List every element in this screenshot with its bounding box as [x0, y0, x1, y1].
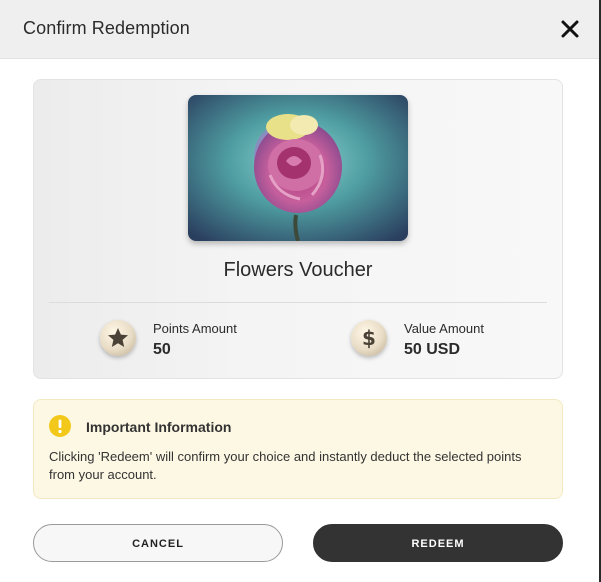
cancel-button[interactable]: CANCEL [33, 524, 283, 562]
svg-text:$: $ [362, 326, 376, 350]
value-label: Value Amount [404, 321, 484, 336]
confirm-redemption-dialog: Confirm Redemption Flowers Voucher Point… [0, 0, 601, 582]
value-value: 50 USD [404, 341, 461, 358]
rose-image [188, 95, 408, 241]
exclamation-icon [58, 419, 62, 434]
redeem-button[interactable]: REDEEM [313, 524, 563, 562]
info-text: Clicking 'Redeem' will confirm your choi… [49, 449, 522, 482]
voucher-image [188, 95, 408, 241]
points-label: Points Amount [153, 321, 237, 336]
dollar-icon: $ [362, 326, 376, 350]
close-button[interactable] [559, 18, 581, 40]
info-title: Important Information [86, 419, 232, 435]
info-badge [49, 415, 71, 437]
star-icon [108, 328, 128, 347]
close-icon [561, 20, 579, 38]
divider [49, 302, 547, 303]
points-badge [100, 320, 136, 356]
dialog-header: Confirm Redemption [0, 0, 599, 59]
value-badge: $ [351, 320, 387, 356]
important-info-box: Important Information Clicking 'Redeem' … [33, 399, 563, 499]
voucher-card: Flowers Voucher Points Amount 50 $ Value… [33, 79, 563, 379]
voucher-name: Flowers Voucher [223, 259, 373, 281]
dialog-title: Confirm Redemption [23, 18, 190, 38]
points-value: 50 [153, 341, 171, 358]
